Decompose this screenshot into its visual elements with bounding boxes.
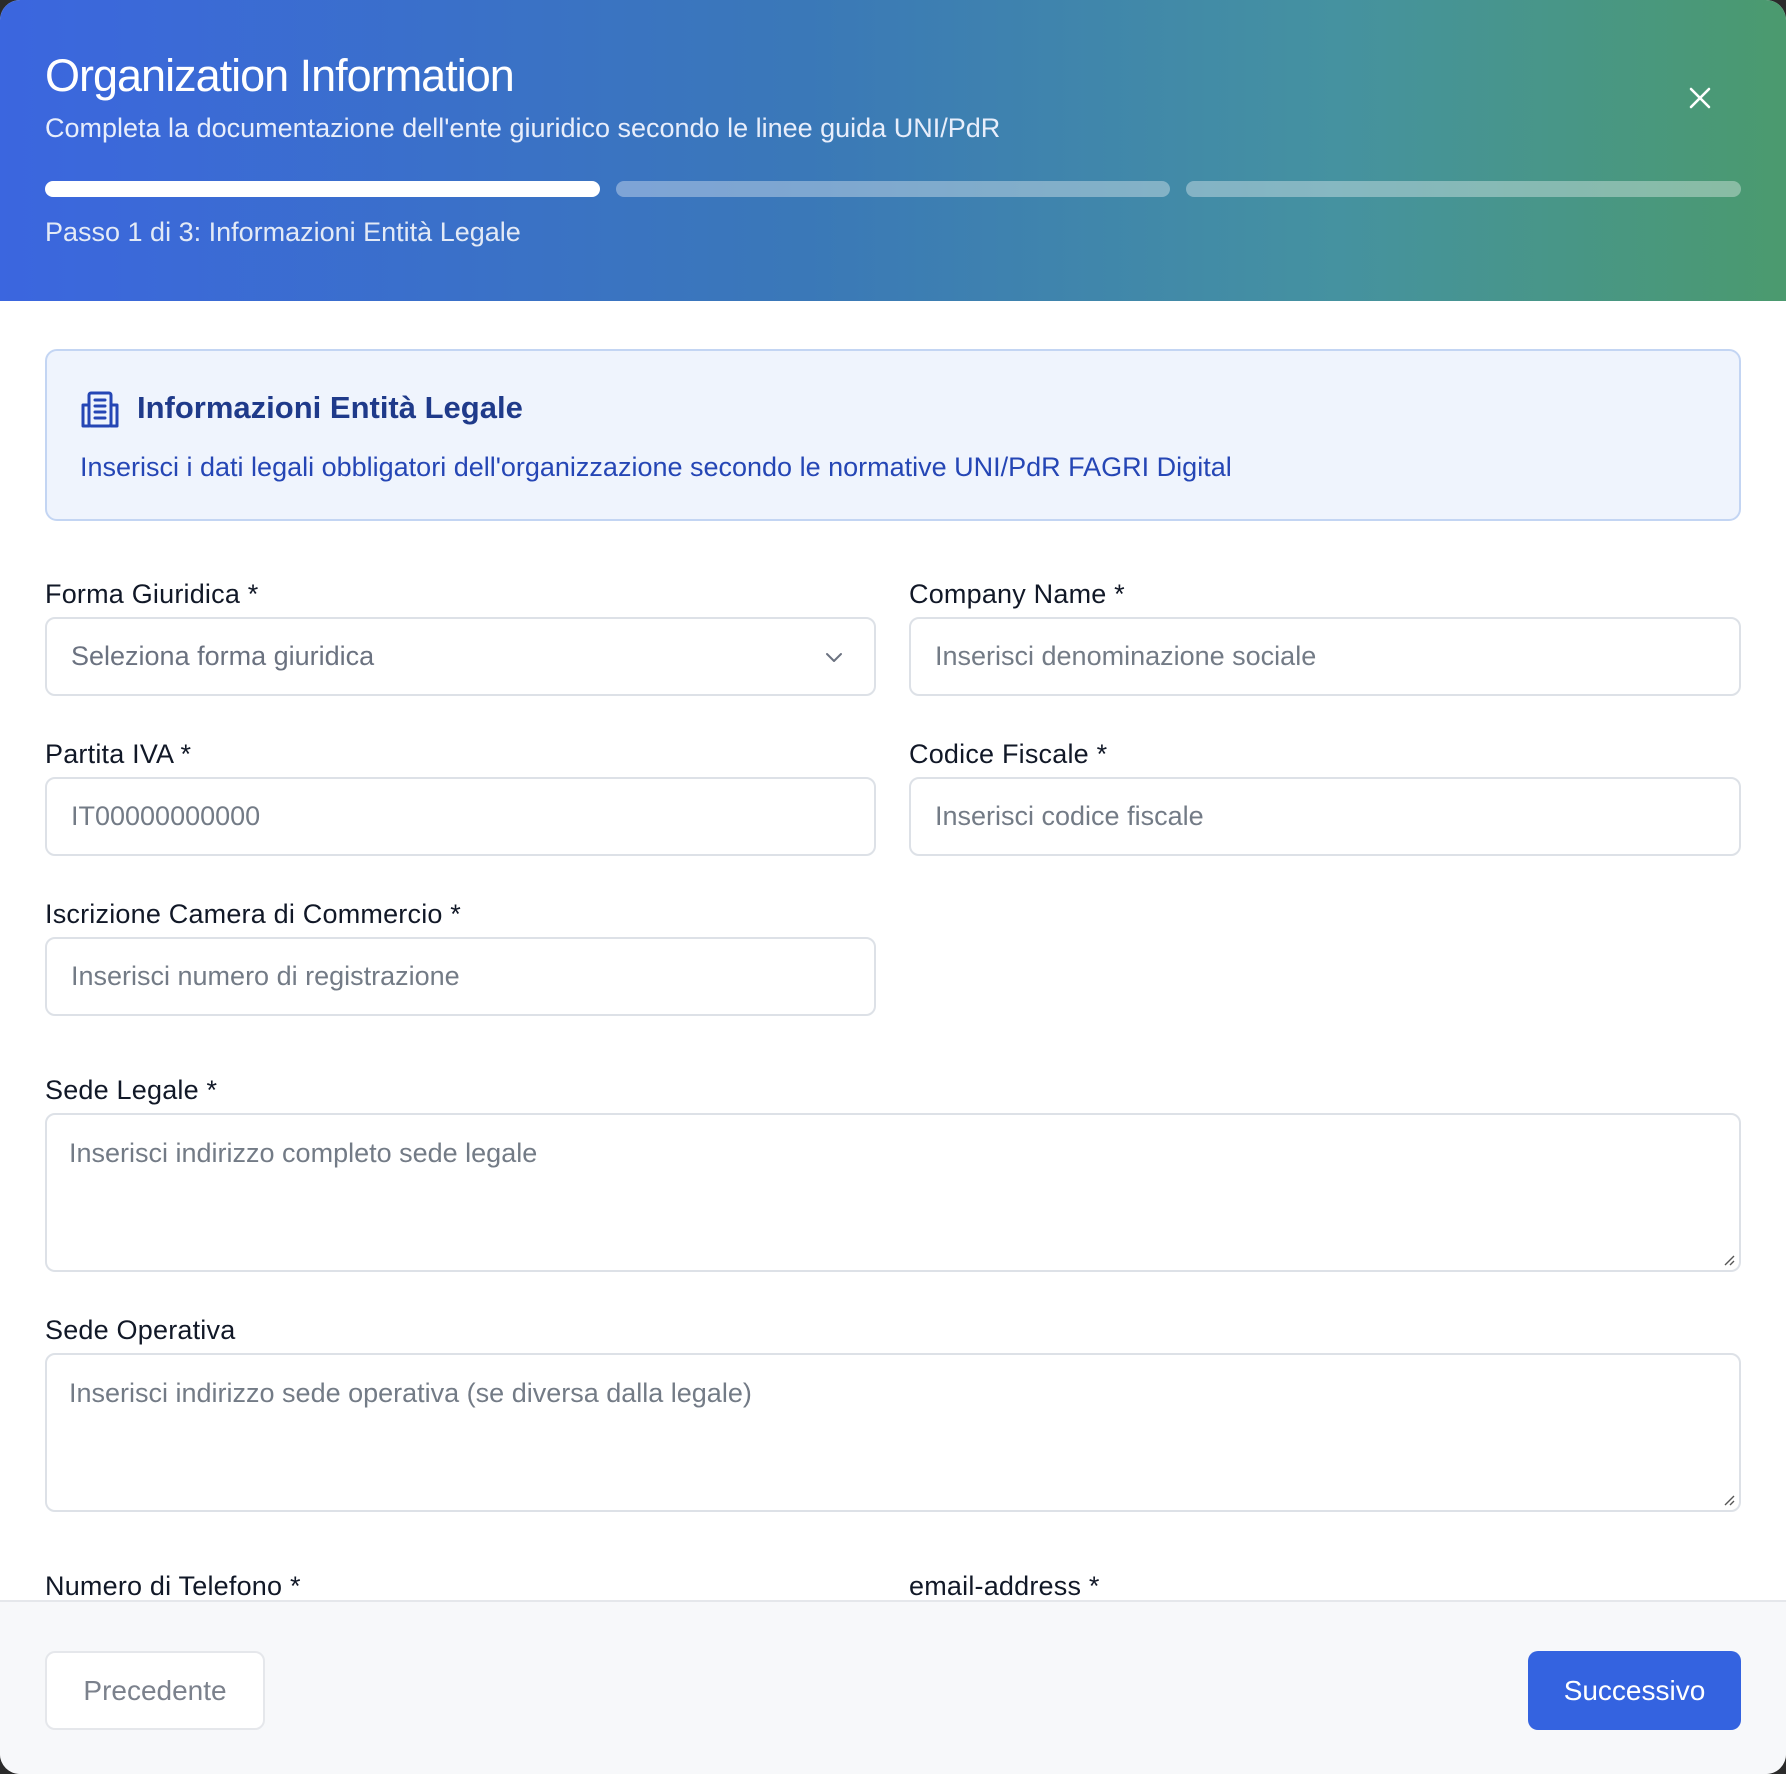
sede-operativa-textarea[interactable] [69, 1375, 1717, 1495]
codice-fiscale-field [909, 777, 1741, 856]
partita-iva-input[interactable] [71, 779, 850, 854]
partita-iva-field [45, 777, 876, 856]
previous-button[interactable]: Precedente [45, 1651, 265, 1730]
company-name-field [909, 617, 1741, 696]
forma-giuridica-select[interactable]: Seleziona forma giuridica [45, 617, 876, 696]
modal-header: Organization Information Completa la doc… [0, 0, 1786, 301]
telefono-label: Numero di Telefono * [45, 1571, 301, 1601]
company-name-input[interactable] [935, 619, 1715, 694]
forma-giuridica-placeholder: Seleziona forma giuridica [71, 641, 375, 671]
codice-fiscale-label: Codice Fiscale * [909, 739, 1108, 769]
resize-handle-icon[interactable] [1721, 1492, 1735, 1506]
modal-footer: Precedente Successivo [0, 1600, 1786, 1774]
email-label: email-address * [909, 1571, 1100, 1601]
organization-info-modal: Organization Information Completa la doc… [0, 0, 1786, 1774]
forma-giuridica-label: Forma Giuridica * [45, 579, 259, 609]
next-button[interactable]: Successivo [1528, 1651, 1741, 1730]
sede-legale-textarea[interactable] [69, 1135, 1717, 1255]
info-title: Informazioni Entità Legale [137, 390, 523, 425]
info-box: Informazioni Entità Legale Inserisci i d… [45, 349, 1741, 521]
camera-commercio-field [45, 937, 876, 1016]
codice-fiscale-input[interactable] [935, 779, 1715, 854]
close-icon [1689, 87, 1711, 109]
info-description: Inserisci i dati legali obbligatori dell… [80, 452, 1232, 482]
progress-step-2 [616, 181, 1170, 197]
camera-commercio-label: Iscrizione Camera di Commercio * [45, 899, 462, 929]
sede-operativa-label: Sede Operativa [45, 1315, 236, 1345]
chevron-down-icon [826, 653, 842, 662]
resize-handle-icon[interactable] [1721, 1252, 1735, 1266]
progress-step-3 [1186, 181, 1741, 197]
building-icon [81, 391, 119, 428]
sede-operativa-field [45, 1353, 1741, 1512]
modal-title: Organization Information [45, 50, 515, 101]
camera-commercio-input[interactable] [71, 939, 850, 1014]
progress-step-1 [45, 181, 600, 197]
sede-legale-field [45, 1113, 1741, 1272]
close-button[interactable] [1680, 78, 1720, 118]
partita-iva-label: Partita IVA * [45, 739, 192, 769]
step-indicator: Passo 1 di 3: Informazioni Entità Legale [45, 217, 521, 247]
modal-subtitle: Completa la documentazione dell'ente giu… [45, 113, 1001, 143]
sede-legale-label: Sede Legale * [45, 1075, 218, 1105]
company-name-label: Company Name * [909, 579, 1125, 609]
